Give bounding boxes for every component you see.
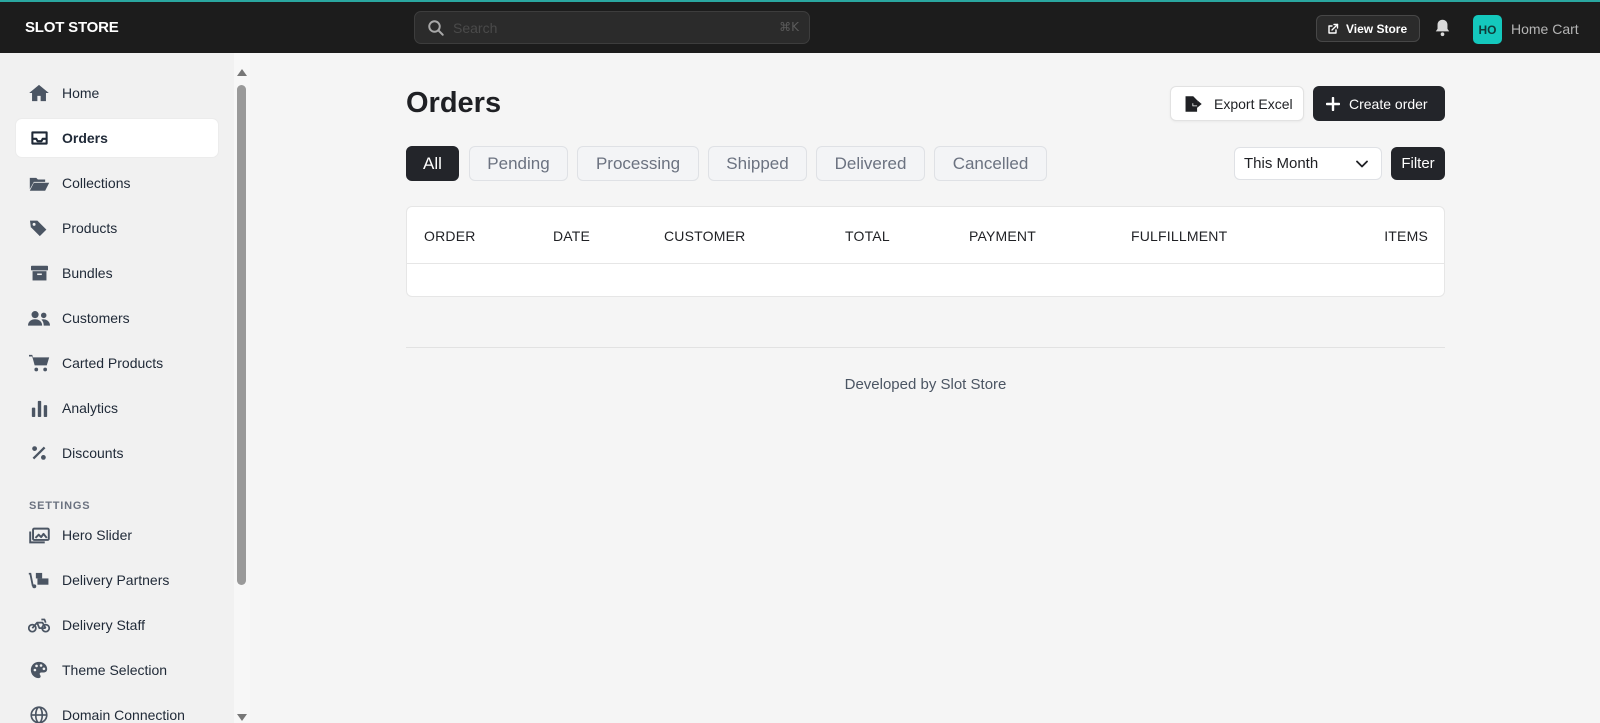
brand-logo[interactable]: SLOT STORE	[25, 19, 119, 36]
view-store-button[interactable]: View Store	[1316, 15, 1421, 42]
scrollbar-thumb[interactable]	[237, 85, 246, 585]
sidebar-item-orders[interactable]: Orders	[16, 119, 218, 157]
sidebar-item-customers[interactable]: Customers	[16, 299, 218, 337]
sidebar-item-carted-products[interactable]: Carted Products	[16, 344, 218, 382]
archive-box-icon	[28, 263, 50, 283]
sidebar-item-home[interactable]: Home	[16, 74, 218, 112]
sidebar-item-domain-connection[interactable]: Domain Connection	[16, 696, 218, 723]
tab-shipped[interactable]: Shipped	[708, 146, 807, 181]
plus-icon	[1326, 96, 1340, 111]
images-icon	[28, 525, 50, 545]
tab-all[interactable]: All	[406, 146, 459, 181]
view-store-label: View Store	[1346, 21, 1408, 36]
sidebar-item-label: Delivery Partners	[62, 572, 170, 588]
column-header-total[interactable]: TOTAL	[845, 228, 890, 244]
percent-icon	[28, 443, 50, 463]
sidebar-item-label: Domain Connection	[62, 707, 185, 723]
sidebar-item-label: Bundles	[62, 265, 113, 281]
sidebar-item-discounts[interactable]: Discounts	[16, 434, 218, 472]
palette-icon	[28, 660, 50, 680]
tab-delivered[interactable]: Delivered	[816, 146, 925, 181]
tab-cancelled[interactable]: Cancelled	[934, 146, 1047, 181]
tab-pending[interactable]: Pending	[469, 146, 568, 181]
sidebar: Home Orders Collections Products Bundles…	[0, 53, 234, 723]
tags-icon	[28, 218, 50, 238]
footer-divider	[406, 347, 1445, 348]
tab-processing[interactable]: Processing	[577, 146, 699, 181]
sidebar-item-label: Analytics	[62, 400, 119, 416]
sidebar-item-label: Customers	[62, 310, 130, 326]
column-header-date[interactable]: DATE	[553, 228, 590, 244]
export-excel-button[interactable]: Export Excel	[1170, 86, 1304, 121]
export-excel-label: Export Excel	[1214, 95, 1293, 112]
sidebar-scrollbar[interactable]	[234, 53, 250, 723]
search-shortcut: ⌘K	[779, 20, 799, 34]
sidebar-item-hero-slider[interactable]: Hero Slider	[16, 516, 218, 554]
sidebar-item-theme-selection[interactable]: Theme Selection	[16, 651, 218, 689]
column-header-payment[interactable]: PAYMENT	[969, 228, 1036, 244]
sidebar-item-label: Theme Selection	[62, 662, 168, 678]
file-export-icon	[1185, 95, 1202, 112]
sidebar-item-label: Orders	[62, 130, 108, 146]
top-bar: SLOT STORE ⌘K View Store HO Home Cart	[0, 0, 1600, 53]
avatar[interactable]: HO	[1473, 15, 1502, 44]
sidebar-item-label: Collections	[62, 175, 131, 191]
scroll-down-icon[interactable]	[237, 714, 247, 721]
sidebar-item-products[interactable]: Products	[16, 209, 218, 247]
sidebar-item-label: Discounts	[62, 445, 124, 461]
orders-table: ORDER DATE CUSTOMER TOTAL PAYMENT FULFIL…	[406, 206, 1445, 297]
column-header-fulfillment[interactable]: FULFILLMENT	[1131, 228, 1227, 244]
cart-icon	[28, 353, 50, 373]
dolly-icon	[28, 570, 50, 590]
sidebar-item-label: Products	[62, 220, 118, 236]
sidebar-item-delivery-staff[interactable]: Delivery Staff	[16, 606, 218, 644]
page-title: Orders	[406, 87, 502, 119]
create-order-label: Create order	[1349, 95, 1428, 112]
sidebar-item-collections[interactable]: Collections	[16, 164, 218, 202]
period-select-value: This Month	[1244, 155, 1319, 172]
external-link-icon	[1328, 23, 1339, 34]
search-box[interactable]: ⌘K	[414, 11, 810, 44]
period-select[interactable]: This Month	[1234, 147, 1382, 180]
bar-chart-icon	[28, 398, 50, 418]
store-name[interactable]: Home Cart	[1511, 21, 1579, 37]
settings-section-label: SETTINGS	[29, 500, 91, 512]
motorcycle-icon	[28, 615, 50, 635]
sidebar-item-analytics[interactable]: Analytics	[16, 389, 218, 427]
sidebar-item-delivery-partners[interactable]: Delivery Partners	[16, 561, 218, 599]
scroll-up-icon[interactable]	[237, 69, 247, 76]
column-header-order[interactable]: ORDER	[424, 228, 476, 244]
table-header: ORDER DATE CUSTOMER TOTAL PAYMENT FULFIL…	[407, 207, 1444, 264]
chevron-down-icon	[1356, 160, 1368, 168]
home-icon	[28, 83, 50, 103]
column-header-items[interactable]: ITEMS	[1384, 228, 1428, 244]
globe-icon	[28, 705, 50, 723]
column-header-customer[interactable]: CUSTOMER	[664, 228, 745, 244]
sidebar-item-label: Delivery Staff	[62, 617, 145, 633]
sidebar-item-label: Carted Products	[62, 355, 164, 371]
notification-bell-icon[interactable]	[1434, 18, 1451, 37]
sidebar-item-label: Home	[62, 85, 100, 101]
sidebar-item-bundles[interactable]: Bundles	[16, 254, 218, 292]
footer-credit: Developed by Slot Store	[844, 376, 1007, 393]
filter-button[interactable]: Filter	[1391, 147, 1445, 180]
create-order-button[interactable]: Create order	[1313, 86, 1445, 121]
users-icon	[28, 308, 50, 328]
sidebar-item-label: Hero Slider	[62, 527, 133, 543]
inbox-icon	[28, 128, 50, 148]
search-input[interactable]	[453, 17, 753, 39]
folder-open-icon	[28, 173, 50, 193]
search-icon	[428, 20, 444, 36]
